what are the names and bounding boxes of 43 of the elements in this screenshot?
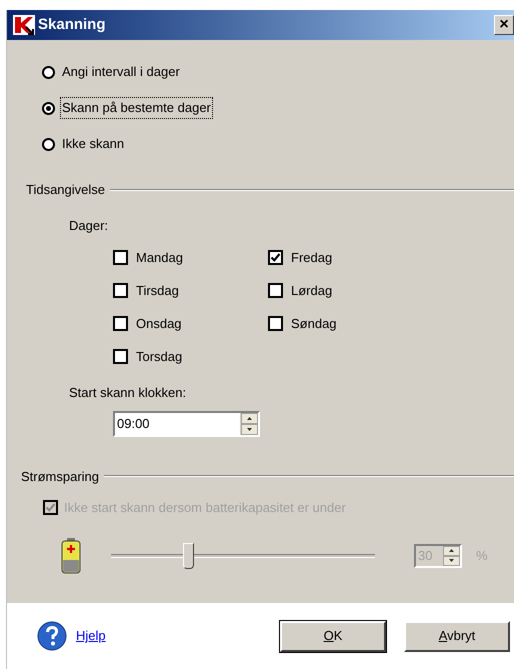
battery-icon — [61, 538, 81, 574]
dialog-button[interactable]: Avbryt — [404, 620, 510, 652]
radio-label[interactable]: Angi intervall i dager — [61, 62, 181, 82]
window-title: Skanning — [38, 14, 106, 35]
day-label: Søndag — [291, 314, 337, 333]
radio-button[interactable] — [42, 102, 55, 114]
spin-up-button[interactable] — [241, 412, 258, 424]
spin-down-button[interactable] — [241, 424, 258, 434]
day-label: Mandag — [136, 248, 183, 267]
radio-label[interactable]: Ikke skann — [61, 134, 126, 154]
section-title: Strømsparing — [21, 468, 100, 486]
radio-button[interactable] — [42, 138, 55, 150]
percent-unit: % — [476, 546, 488, 565]
help-link[interactable]: Hjelp — [76, 626, 106, 646]
radio-button[interactable] — [42, 66, 55, 78]
app-logo-icon — [13, 15, 35, 35]
time-value: 09:00 — [116, 414, 151, 433]
day-label: Fredag — [291, 248, 332, 267]
spin-up-button[interactable] — [443, 546, 460, 556]
checkbox[interactable] — [268, 250, 283, 265]
day-label: Lørdag — [291, 282, 332, 300]
days-label: Dager: — [69, 216, 110, 235]
day-label: Torsdag — [136, 348, 182, 366]
up-arrow-icon — [247, 416, 252, 420]
time-spin-field[interactable]: 09:00 — [113, 410, 260, 436]
checkbox[interactable] — [113, 349, 128, 364]
down-arrow-icon — [247, 428, 252, 430]
help-icon — [37, 621, 67, 651]
start-time-label: Start skann klokken: — [69, 384, 188, 402]
spin-down-button[interactable] — [443, 556, 460, 566]
checkbox[interactable] — [113, 316, 128, 331]
checkbox[interactable] — [113, 250, 128, 265]
down-arrow-icon — [449, 559, 454, 562]
close-button[interactable]: × — [494, 15, 514, 35]
checkbox[interactable] — [268, 283, 283, 298]
checkbox[interactable] — [268, 316, 283, 331]
up-arrow-icon — [449, 549, 454, 552]
radio-label[interactable]: Skann på bestemte dager — [61, 98, 212, 118]
day-label: Onsdag — [136, 314, 182, 333]
checkbox[interactable] — [113, 283, 128, 298]
dialog-button[interactable]: OK — [280, 620, 386, 652]
day-label: Tirsdag — [136, 282, 179, 300]
section-title: Tidsangivelse — [26, 181, 106, 199]
